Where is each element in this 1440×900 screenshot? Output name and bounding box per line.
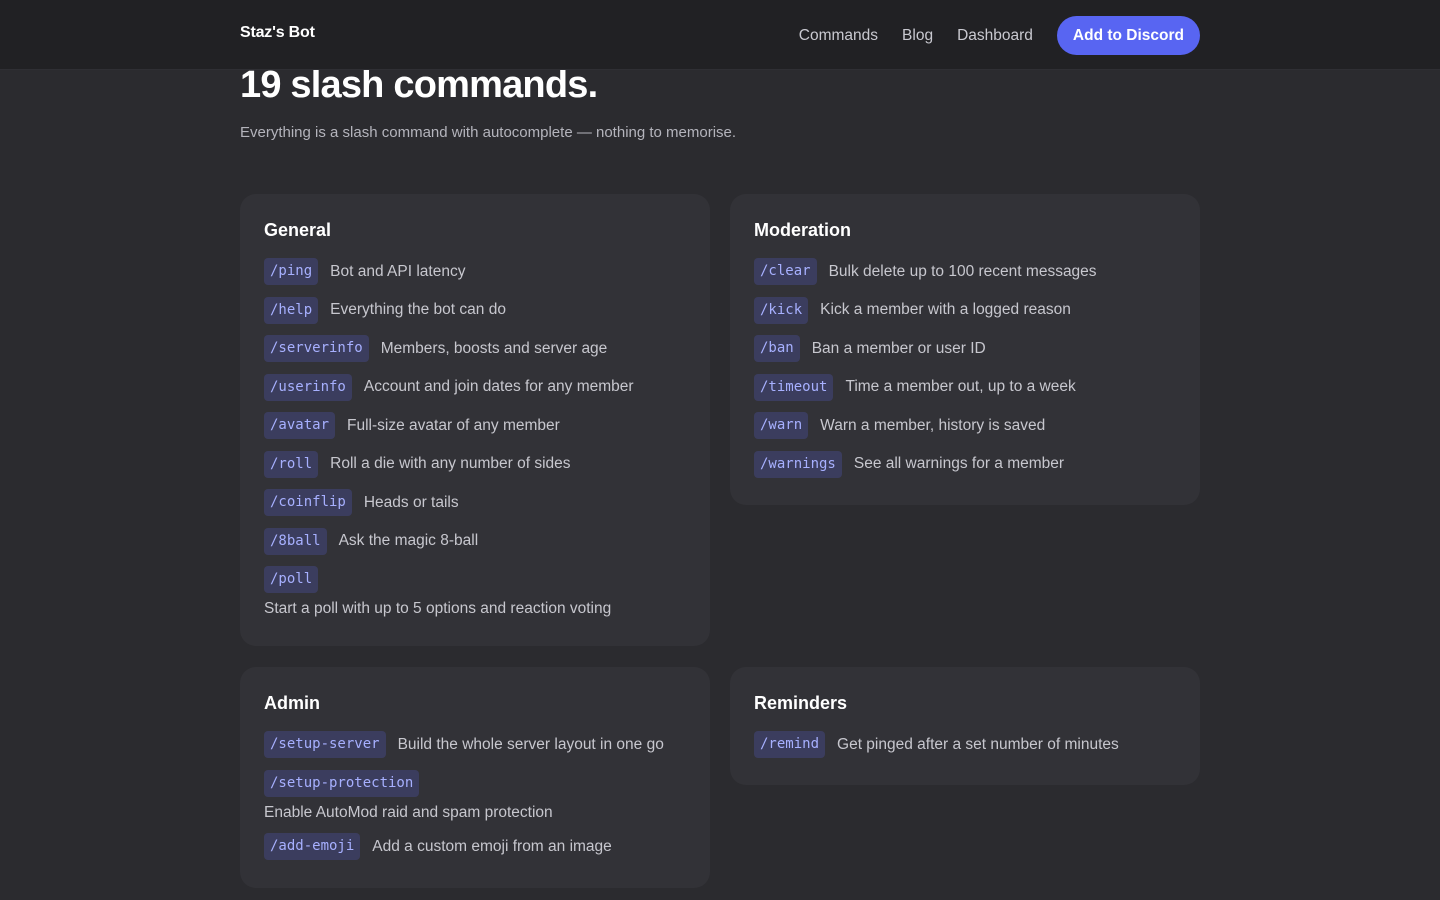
card-title-admin: Admin <box>264 693 320 713</box>
command-description: Full-size avatar of any member <box>347 416 560 434</box>
command-description: Roll a die with any number of sides <box>330 455 571 472</box>
command-tag-avatar[interactable]: /avatar <box>264 412 336 439</box>
command-description: Enable AutoMod raid and spam protection <box>264 803 553 821</box>
command-description: Bulk delete up to 100 recent messages <box>828 262 1097 280</box>
command-row: /userinfo Account and join dates for any… <box>264 373 686 401</box>
command-tag-userinfo[interactable]: /userinfo <box>264 373 352 401</box>
command-row: /coinflip Heads or tails <box>264 489 686 516</box>
command-description: Ask the magic 8-ball <box>338 532 479 549</box>
command-row: /8ball Ask the magic 8-ball <box>264 527 686 555</box>
command-description: Build the whole server layout in one go <box>397 735 664 753</box>
command-tag-help[interactable]: /help <box>264 296 319 324</box>
command-description: Ban a member or user ID <box>811 339 986 357</box>
top-navbar: Staz's Bot Commands Blog Dashboard Add t… <box>0 0 1440 70</box>
command-tag-serverinfo[interactable]: /serverinfo <box>264 335 369 362</box>
command-row: /ping Bot and API latency <box>264 258 686 285</box>
command-row: /kick Kick a member with a logged reason <box>754 296 1176 324</box>
command-row: /roll Roll a die with any number of side… <box>264 450 686 478</box>
card-admin: Admin /setup-server Build the whole serv… <box>240 667 710 888</box>
command-description: Members, boosts and server age <box>380 339 608 357</box>
command-row: /setup-protection Enable AutoMod raid an… <box>264 769 686 822</box>
command-tag-coinflip[interactable]: /coinflip <box>264 489 352 516</box>
card-title-reminders: Reminders <box>754 693 848 713</box>
command-tag-roll[interactable]: /roll <box>264 450 319 478</box>
command-row: /add-emoji Add a custom emoji from an im… <box>264 833 686 860</box>
command-row: /timeout Time a member out, up to a week <box>754 373 1176 401</box>
command-tag-warn[interactable]: /warn <box>754 412 809 439</box>
brand-logo-text[interactable]: Staz's Bot <box>240 24 315 42</box>
page-subtitle: Everything is a slash command with autoc… <box>240 124 737 141</box>
card-moderation: Moderation /clear Bulk delete up to 100 … <box>730 194 1200 505</box>
add-to-discord-button[interactable]: Add to Discord <box>1056 16 1200 55</box>
command-row: /setup-server Build the whole server lay… <box>264 731 686 758</box>
command-tag-add-emoji[interactable]: /add-emoji <box>264 833 361 860</box>
command-row: /ban Ban a member or user ID <box>754 335 1176 362</box>
command-tag-ping[interactable]: /ping <box>264 258 319 285</box>
command-row: /serverinfo Members, boosts and server a… <box>264 335 686 362</box>
page-title: 19 slash commands. <box>240 64 598 106</box>
command-tag-timeout[interactable]: /timeout <box>754 373 834 401</box>
command-description: Heads or tails <box>363 493 459 511</box>
nav-link-commands[interactable]: Commands <box>799 27 878 45</box>
card-title-general: General <box>264 220 332 240</box>
command-row: /avatar Full-size avatar of any member <box>264 412 686 439</box>
command-tag-warnings[interactable]: /warnings <box>754 450 842 478</box>
command-row: /poll Start a poll with up to 5 options … <box>264 566 686 618</box>
command-description: Get pinged after a set number of minutes <box>837 735 1119 753</box>
command-description: Time a member out, up to a week <box>845 378 1076 395</box>
command-description: Account and join dates for any member <box>363 378 634 395</box>
command-tag-ban[interactable]: /ban <box>754 335 800 362</box>
command-description: Kick a member with a logged reason <box>820 301 1071 318</box>
card-general: General /ping Bot and API latency /help … <box>240 194 710 646</box>
nav-links: Commands Blog Dashboard Add to Discord <box>799 16 1200 55</box>
card-title-moderation: Moderation <box>754 220 851 240</box>
command-row: /remind Get pinged after a set number of… <box>754 731 1176 758</box>
command-tag-kick[interactable]: /kick <box>754 296 809 324</box>
command-tag-setup-server[interactable]: /setup-server <box>264 731 386 758</box>
command-tag-clear[interactable]: /clear <box>754 258 817 285</box>
command-row: /warnings See all warnings for a member <box>754 450 1176 478</box>
command-tag-remind[interactable]: /remind <box>754 731 826 758</box>
command-description: Start a poll with up to 5 options and re… <box>264 600 612 617</box>
command-tag-8ball[interactable]: /8ball <box>264 527 327 555</box>
card-reminders: Reminders /remind Get pinged after a set… <box>730 667 1200 785</box>
nav-link-blog[interactable]: Blog <box>902 27 933 45</box>
command-description: Warn a member, history is saved <box>820 416 1046 434</box>
command-description: Bot and API latency <box>330 262 466 280</box>
command-description: Add a custom emoji from an image <box>372 837 612 855</box>
nav-link-dashboard[interactable]: Dashboard <box>957 27 1033 45</box>
command-row: /clear Bulk delete up to 100 recent mess… <box>754 258 1176 285</box>
command-tag-setup-protection[interactable]: /setup-protection <box>264 769 420 797</box>
command-description: Everything the bot can do <box>330 301 506 318</box>
command-description: See all warnings for a member <box>853 455 1065 472</box>
command-tag-poll[interactable]: /poll <box>264 566 319 593</box>
command-row: /help Everything the bot can do <box>264 296 686 324</box>
command-row: /warn Warn a member, history is saved <box>754 412 1176 439</box>
